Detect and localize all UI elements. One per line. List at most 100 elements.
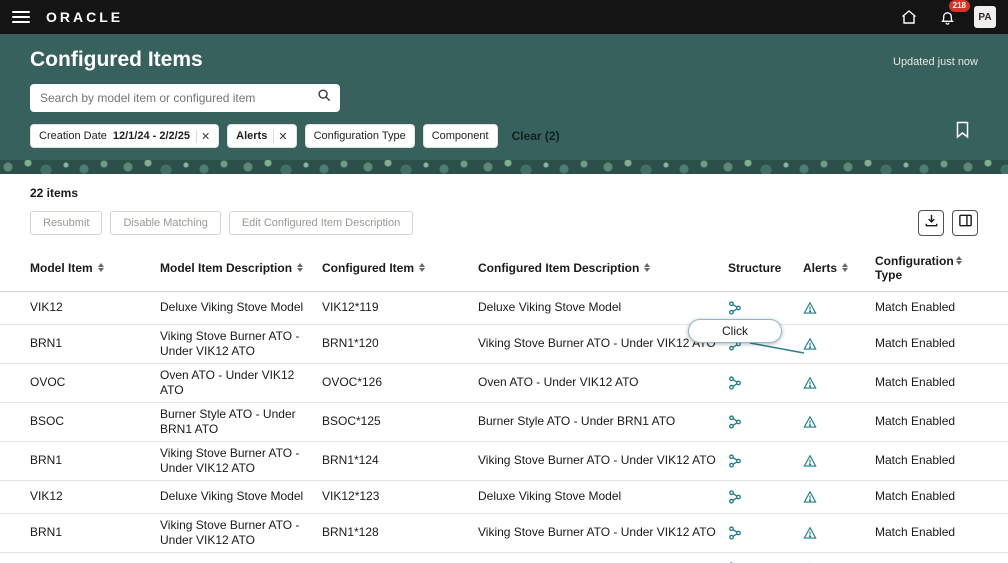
column-label: Configured Item xyxy=(322,261,414,276)
remove-filter-icon[interactable]: ✕ xyxy=(273,129,288,143)
column-label: Model Item Description xyxy=(160,261,293,276)
table-row: OVOC Oven ATO - Under VIK12 ATO OVOC*126 Ov… xyxy=(0,364,1008,403)
clear-filters-button[interactable]: Clear (2) xyxy=(512,129,560,143)
model-item-description-cell: Deluxe Viking Stove Model xyxy=(160,557,322,563)
alert-icon[interactable] xyxy=(803,333,875,355)
updated-status: Updated just now xyxy=(893,56,978,68)
home-icon[interactable] xyxy=(898,6,920,28)
configured-item-description-cell: Viking Stove Burner ATO - Under VIK12 AT… xyxy=(478,525,716,540)
bookmark-icon[interactable] xyxy=(955,121,970,144)
search-icon[interactable] xyxy=(317,88,332,108)
manage-columns-button[interactable] xyxy=(952,210,978,236)
filter-chips-row: Creation Date 12/1/24 - 2/2/25 ✕ Alerts … xyxy=(30,124,978,148)
sort-icon[interactable] xyxy=(97,263,104,273)
model-item-cell: BRN1 xyxy=(30,525,63,540)
configured-item-description-cell: Deluxe Viking Stove Model xyxy=(478,300,622,315)
menu-icon[interactable] xyxy=(12,11,30,23)
chip-label: Component xyxy=(431,130,489,142)
configured-item-cell: VIK12*127 xyxy=(322,557,478,563)
filter-chip-configuration-type[interactable]: Configuration Type xyxy=(304,124,415,148)
download-button[interactable] xyxy=(918,210,944,236)
alert-icon[interactable] xyxy=(803,522,875,544)
column-header-structure: Structure xyxy=(728,255,803,283)
decorative-pattern-strip xyxy=(0,160,1008,174)
table-actions-row: Resubmit Disable Matching Edit Configure… xyxy=(0,210,1008,248)
model-item-description-cell: Viking Stove Burner ATO - Under VIK12 AT… xyxy=(160,517,300,547)
table-row: VIK12 Deluxe Viking Stove Model VIK12*119 D… xyxy=(0,292,1008,325)
alert-icon[interactable] xyxy=(803,372,875,394)
structure-icon[interactable] xyxy=(728,486,803,508)
column-header-configuration-type[interactable]: Configuration Type xyxy=(875,248,978,291)
columns-layout-icon xyxy=(958,213,973,233)
column-header-model-item[interactable]: Model Item xyxy=(30,255,160,283)
column-label: Structure xyxy=(728,261,782,276)
alert-icon[interactable] xyxy=(803,411,875,433)
alert-icon[interactable] xyxy=(803,486,875,508)
structure-icon[interactable] xyxy=(728,372,803,394)
filter-chip-alerts[interactable]: Alerts ✕ xyxy=(227,124,297,148)
chip-label: Alerts xyxy=(236,130,268,142)
resubmit-button[interactable]: Resubmit xyxy=(30,211,103,235)
configuration-type-cell: Match Enabled xyxy=(875,375,956,390)
structure-icon[interactable] xyxy=(728,411,803,433)
configured-item-cell: VIK12*123 xyxy=(322,489,380,504)
table-body: VIK12 Deluxe Viking Stove Model VIK12*119 D… xyxy=(0,292,1008,563)
sort-icon[interactable] xyxy=(297,263,304,273)
click-callout[interactable]: Click xyxy=(688,319,782,343)
column-header-configured-item-description[interactable]: Configured Item Description xyxy=(478,255,728,283)
model-item-description-cell: Deluxe Viking Stove Model xyxy=(160,300,304,315)
search-input[interactable] xyxy=(40,91,317,105)
app-window: ORACLE 218 PA Configured Items Updated j… xyxy=(0,0,1008,563)
structure-icon[interactable] xyxy=(728,450,803,472)
chip-label: Configuration Type xyxy=(313,130,406,142)
model-item-cell: BRN1 xyxy=(30,453,63,468)
configured-item-cell: BRN1*120 xyxy=(322,336,379,351)
configured-item-description-cell: Viking Stove Burner ATO - Under VIK12 AT… xyxy=(478,453,716,468)
structure-icon[interactable] xyxy=(728,297,803,319)
alert-icon[interactable] xyxy=(803,297,875,319)
column-label: Configuration Type xyxy=(875,254,954,283)
table-row: BRN1 Viking Stove Burner ATO - Under VIK1… xyxy=(0,325,1008,364)
sort-icon[interactable] xyxy=(842,263,849,273)
top-navigation-bar: ORACLE 218 PA xyxy=(0,0,1008,34)
filter-chip-component[interactable]: Component xyxy=(422,124,498,148)
sort-icon[interactable] xyxy=(956,256,962,265)
configured-item-description-cell: Deluxe Viking Stove Model xyxy=(478,489,622,504)
table-row: VIK12 Deluxe Viking Stove Model VIK12*123 D… xyxy=(0,481,1008,514)
alert-icon[interactable] xyxy=(803,558,875,563)
column-header-model-item-description[interactable]: Model Item Description xyxy=(160,255,322,283)
sort-icon[interactable] xyxy=(644,263,651,273)
structure-icon[interactable] xyxy=(728,558,803,563)
alert-icon[interactable] xyxy=(803,450,875,472)
structure-icon[interactable] xyxy=(728,522,803,544)
user-avatar[interactable]: PA xyxy=(974,6,996,28)
configured-item-description-cell: Oven ATO - Under VIK12 ATO xyxy=(478,375,639,390)
configured-item-description-cell: Deluxe Viking Stove Model xyxy=(478,557,728,563)
column-header-configured-item[interactable]: Configured Item xyxy=(322,255,478,283)
disable-matching-button[interactable]: Disable Matching xyxy=(110,211,221,235)
sort-icon[interactable] xyxy=(419,263,425,273)
remove-filter-icon[interactable]: ✕ xyxy=(195,129,210,143)
configuration-type-cell: Match Enabled xyxy=(875,557,978,563)
table-row: BRN1 Viking Stove Burner ATO - Under VIK1… xyxy=(0,442,1008,481)
model-item-cell: BRN1 xyxy=(30,336,63,351)
model-item-cell: BSOC xyxy=(30,414,65,429)
table-header: Model Item Model Item Description Config… xyxy=(0,248,1008,292)
model-item-description-cell: Viking Stove Burner ATO - Under VIK12 AT… xyxy=(160,328,300,358)
main-content: 22 items Resubmit Disable Matching Edit … xyxy=(0,174,1008,563)
configured-item-description-cell: Burner Style ATO - Under BRN1 ATO xyxy=(478,414,676,429)
edit-configured-item-description-button[interactable]: Edit Configured Item Description xyxy=(228,211,414,235)
notifications-bell-icon[interactable]: 218 xyxy=(936,0,970,28)
page-title: Configured Items xyxy=(30,48,203,71)
column-header-alerts[interactable]: Alerts xyxy=(803,255,875,283)
configuration-type-cell: Match Enabled xyxy=(875,300,956,315)
configured-item-cell: OVOC*126 xyxy=(322,375,383,390)
model-item-cell: VIK12 xyxy=(30,557,160,563)
model-item-cell: VIK12 xyxy=(30,300,63,315)
page-header: Configured Items Updated just now Creati… xyxy=(0,34,1008,160)
model-item-cell: VIK12 xyxy=(30,489,63,504)
configuration-type-cell: Match Enabled xyxy=(875,525,956,540)
oracle-logo: ORACLE xyxy=(46,9,124,25)
download-icon xyxy=(924,213,939,233)
filter-chip-creation-date[interactable]: Creation Date 12/1/24 - 2/2/25 ✕ xyxy=(30,124,220,148)
